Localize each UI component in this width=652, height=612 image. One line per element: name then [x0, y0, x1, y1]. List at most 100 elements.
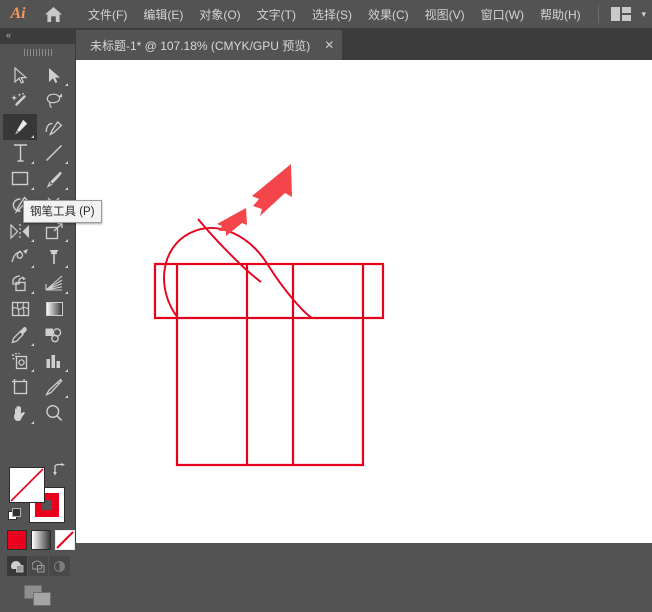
menu-select[interactable]: 选择(S) — [304, 2, 360, 27]
blend-tool[interactable] — [37, 322, 71, 348]
draw-behind-mode[interactable] — [28, 556, 49, 576]
slice-tool[interactable] — [37, 374, 71, 400]
grip-dots-icon — [23, 48, 52, 56]
tool-group-indicator-icon — [65, 291, 68, 294]
tool-group-indicator-icon — [65, 369, 68, 372]
draw-inside-mode[interactable] — [49, 556, 70, 576]
shape-builder-tool[interactable] — [3, 270, 37, 296]
artboard-tool[interactable] — [3, 374, 37, 400]
toolbar-drag-handle[interactable] — [0, 44, 75, 60]
tool-row — [3, 62, 71, 88]
tool-group-indicator-icon — [65, 265, 68, 268]
menubar-right-cluster: ▾ — [598, 0, 646, 28]
panel-collapse-strip[interactable]: « — [0, 28, 75, 44]
menu-view[interactable]: 视图(V) — [417, 2, 473, 27]
menu-help[interactable]: 帮助(H) — [532, 2, 589, 27]
menu-bar: Ai 文件(F) 编辑(E) 对象(O) 文字(T) 选择(S) 效果(C) 视… — [0, 0, 652, 28]
direct-selection-tool[interactable] — [37, 62, 71, 88]
arrange-documents-icon[interactable] — [611, 7, 632, 21]
tool-group-indicator-icon — [31, 265, 34, 268]
tool-group-indicator-icon — [31, 369, 34, 372]
draw-normal-mode[interactable] — [7, 556, 28, 576]
tool-row — [3, 114, 71, 140]
gradient-swatch-mode[interactable] — [31, 530, 51, 550]
line-segment-tool[interactable] — [37, 140, 71, 166]
tool-group-indicator-icon — [31, 135, 34, 138]
tool-tooltip: 钢笔工具 (P) — [23, 200, 102, 223]
close-icon[interactable]: ✕ — [324, 39, 334, 51]
tool-group-indicator-icon — [65, 83, 68, 86]
tool-group-indicator-icon — [65, 187, 68, 190]
menu-type[interactable]: 文字(T) — [249, 2, 304, 27]
tool-row — [3, 322, 71, 348]
none-slash-icon — [56, 531, 74, 549]
color-swatch-mode[interactable] — [7, 530, 27, 550]
lasso-tool[interactable] — [37, 88, 71, 114]
tools-panel: 钢笔工具 (P) — [0, 60, 102, 606]
width-tool[interactable] — [3, 244, 37, 270]
menu-file[interactable]: 文件(F) — [80, 2, 135, 27]
tool-row — [3, 88, 71, 114]
home-icon[interactable] — [36, 0, 70, 28]
type-tool[interactable] — [3, 140, 37, 166]
tool-grid — [3, 62, 71, 426]
menu-effect[interactable]: 效果(C) — [360, 2, 417, 27]
tool-group-indicator-icon — [31, 187, 34, 190]
paintbrush-tool[interactable] — [37, 166, 71, 192]
none-swatch-mode[interactable] — [55, 530, 75, 550]
screen-mode-icon — [24, 585, 51, 606]
illustrator-window: Ai 文件(F) 编辑(E) 对象(O) 文字(T) 选择(S) 效果(C) 视… — [0, 0, 652, 606]
gradient-tool[interactable] — [37, 296, 71, 322]
tool-group-indicator-icon — [65, 395, 68, 398]
tool-group-indicator-icon — [31, 239, 34, 242]
rectangle-tool[interactable] — [3, 166, 37, 192]
app-logo: Ai — [10, 5, 26, 22]
color-controls — [0, 405, 75, 606]
color-mode-swatches — [7, 530, 75, 550]
body-rect — [175, 318, 365, 467]
tool-group-indicator-icon — [65, 161, 68, 164]
gift-box-drawing — [153, 164, 385, 467]
pen-tool[interactable] — [3, 114, 37, 140]
menu-window[interactable]: 窗口(W) — [473, 2, 532, 27]
tool-group-indicator-icon — [31, 343, 34, 346]
bow-loop-path — [163, 227, 313, 319]
canvas-area[interactable] — [76, 60, 652, 543]
fill-swatch[interactable] — [9, 467, 45, 503]
swap-fill-stroke-icon[interactable] — [52, 463, 66, 479]
column-graph-tool[interactable] — [37, 348, 71, 374]
curvature-tool[interactable] — [37, 114, 71, 140]
annotation-arrow-large — [252, 164, 292, 216]
magic-wand-tool[interactable] — [3, 88, 37, 114]
tool-row — [3, 296, 71, 322]
menu-edit[interactable]: 编辑(E) — [135, 2, 191, 27]
tool-row — [3, 348, 71, 374]
tool-group-indicator-icon — [31, 161, 34, 164]
menu-object[interactable]: 对象(O) — [191, 2, 248, 27]
document-tab-title: 未标题-1* @ 107.18% (CMYK/GPU 预览) — [90, 38, 311, 53]
default-fill-stroke-icon[interactable] — [8, 508, 21, 521]
menu-divider — [598, 5, 600, 23]
tool-group-indicator-icon — [31, 291, 34, 294]
free-transform-tool[interactable] — [37, 244, 71, 270]
tool-row — [3, 140, 71, 166]
document-tab-bar: 未标题-1* @ 107.18% (CMYK/GPU 预览) ✕ — [0, 28, 652, 60]
none-slash-icon — [10, 468, 44, 502]
tool-row — [3, 374, 71, 400]
selection-tool[interactable] — [3, 62, 37, 88]
symbol-sprayer-tool[interactable] — [3, 348, 37, 374]
tool-group-indicator-icon — [65, 239, 68, 242]
draw-modes — [7, 556, 70, 576]
tool-row — [3, 166, 71, 192]
document-tab[interactable]: 未标题-1* @ 107.18% (CMYK/GPU 预览) ✕ — [76, 30, 343, 60]
collapse-arrows-icon[interactable]: « — [6, 31, 11, 40]
menu-list: 文件(F) 编辑(E) 对象(O) 文字(T) 选择(S) 效果(C) 视图(V… — [80, 2, 589, 27]
lid-rect — [153, 262, 385, 320]
tool-row — [3, 244, 71, 270]
perspective-grid-tool[interactable] — [37, 270, 71, 296]
eyedropper-tool[interactable] — [3, 322, 37, 348]
mesh-tool[interactable] — [3, 296, 37, 322]
change-screen-mode[interactable] — [24, 585, 52, 612]
chevron-down-icon[interactable]: ▾ — [641, 9, 646, 20]
tool-row — [3, 270, 71, 296]
